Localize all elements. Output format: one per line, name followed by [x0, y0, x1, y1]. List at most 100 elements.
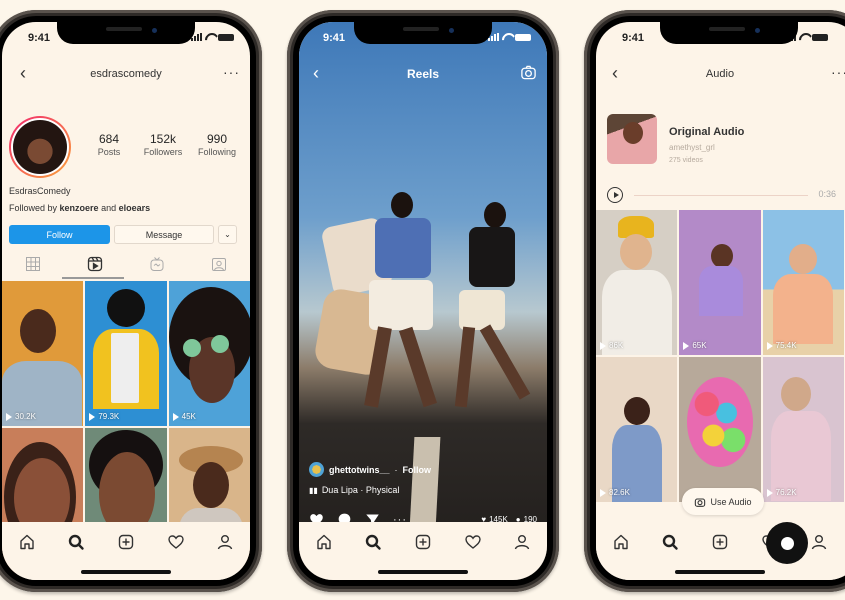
tab-search[interactable] [64, 530, 88, 554]
view-count: 79.3K [89, 412, 119, 421]
profile-avatar[interactable] [9, 116, 71, 178]
tagged-icon [212, 258, 226, 271]
phone-reels: 9:41 ‹ Reels ghettotwins__ · Follow ▮▮ D… [287, 10, 559, 592]
play-icon [89, 412, 96, 421]
notch [660, 22, 798, 44]
author-avatar[interactable] [309, 462, 324, 477]
tab-new-post[interactable] [411, 530, 435, 554]
play-icon [600, 488, 606, 497]
grid-item[interactable]: 82.6K [596, 357, 678, 502]
suggestions-dropdown-button[interactable]: ⌄ [218, 225, 237, 244]
chevron-down-icon: ⌄ [224, 230, 231, 239]
message-button[interactable]: Message [114, 225, 214, 244]
profile-icon [514, 535, 530, 550]
tab-search[interactable] [658, 530, 682, 554]
reel-video[interactable] [299, 22, 547, 580]
new-post-icon [712, 534, 728, 550]
battery-icon [218, 33, 234, 41]
tab-activity[interactable] [164, 530, 188, 554]
wifi-icon [205, 33, 215, 41]
tab-new-post[interactable] [708, 530, 732, 554]
tab-home[interactable] [312, 530, 336, 554]
view-count: 75.4K [766, 341, 797, 350]
follower-link[interactable]: kenzoere [60, 203, 99, 213]
profile-actions: Follow Message ⌄ [9, 225, 237, 244]
profile-tabs [2, 250, 250, 278]
tab-activity[interactable] [461, 530, 485, 554]
author-username[interactable]: ghettotwins__ [329, 465, 390, 475]
tab-reels[interactable] [83, 252, 107, 276]
tab-profile[interactable] [807, 530, 831, 554]
tab-igtv[interactable] [145, 252, 169, 276]
play-icon [613, 192, 619, 198]
search-icon [366, 534, 382, 550]
grid-item[interactable]: 75.4K [762, 210, 844, 355]
audio-cover-image[interactable] [607, 114, 657, 164]
tab-profile[interactable] [213, 530, 237, 554]
view-count: 82.6K [600, 488, 630, 497]
play-icon [6, 412, 12, 421]
play-icon [766, 341, 773, 350]
home-indicator [81, 570, 171, 574]
activity-heart-icon [167, 535, 184, 549]
play-icon [172, 412, 179, 421]
search-icon [69, 534, 85, 550]
reels-screen: 9:41 ‹ Reels ghettotwins__ · Follow ▮▮ D… [299, 22, 547, 580]
audio-video-count: 275 videos [669, 157, 703, 164]
home-icon [614, 534, 628, 550]
play-button[interactable] [607, 187, 623, 203]
wifi-icon [502, 33, 512, 41]
audio-creator[interactable]: amethyst_grl [669, 143, 715, 152]
status-time: 9:41 [622, 32, 645, 44]
grid-item[interactable]: 65K [679, 210, 761, 355]
audio-progress-bar[interactable] [634, 195, 808, 196]
reel-audio[interactable]: ▮▮ Dua Lipa · Physical [309, 485, 431, 495]
reel-author: ghettotwins__ · Follow [309, 462, 431, 477]
tab-grid[interactable] [21, 252, 45, 276]
stat-following[interactable]: 990 Following [190, 132, 244, 157]
grid-item[interactable]: 86K [596, 210, 678, 355]
grid-item[interactable]: 79.3K [85, 281, 167, 426]
use-audio-button[interactable]: Use Audio [682, 488, 764, 515]
tab-profile[interactable] [510, 530, 534, 554]
grid-item[interactable]: 45K [168, 281, 250, 426]
profile-navbar: ‹ esdrascomedy ··· [2, 60, 250, 88]
more-options-icon[interactable]: ··· [831, 64, 845, 80]
follow-button[interactable]: Follow [9, 225, 110, 244]
record-button[interactable] [766, 522, 808, 564]
camera-icon [521, 65, 536, 80]
audio-navbar: ‹ Audio ··· [596, 60, 845, 88]
active-tab-indicator [62, 277, 124, 279]
audio-videos-grid: 86K 65K 75.4K 82.6K 76.2K [596, 210, 844, 502]
grid-item[interactable] [679, 357, 761, 502]
stat-followers[interactable]: 152k Followers [136, 132, 190, 157]
home-icon [317, 534, 331, 550]
home-indicator [675, 570, 765, 574]
stat-posts[interactable]: 684 Posts [82, 132, 136, 157]
search-icon [663, 534, 679, 550]
follower-link[interactable]: eloears [119, 203, 151, 213]
reels-icon [87, 256, 103, 272]
record-icon [780, 536, 794, 550]
view-count: 76.2K [766, 488, 797, 497]
tab-new-post[interactable] [114, 530, 138, 554]
igtv-icon [150, 257, 164, 271]
camera-button[interactable] [520, 64, 537, 84]
grid-item[interactable]: 30.2K [2, 281, 84, 426]
back-icon[interactable]: ‹ [20, 63, 26, 84]
play-icon [683, 341, 690, 350]
activity-heart-icon [464, 535, 481, 549]
back-icon[interactable]: ‹ [313, 63, 319, 84]
grid-icon [26, 257, 40, 271]
home-indicator [378, 570, 468, 574]
more-options-icon[interactable]: ··· [223, 64, 240, 80]
notch [57, 22, 195, 44]
grid-item[interactable]: 76.2K [762, 357, 844, 502]
tab-search[interactable] [361, 530, 385, 554]
tab-home[interactable] [15, 530, 39, 554]
follow-link[interactable]: Follow [403, 465, 432, 475]
tab-home[interactable] [609, 530, 633, 554]
camera-icon [695, 497, 706, 507]
back-icon[interactable]: ‹ [612, 63, 618, 84]
tab-tagged[interactable] [207, 252, 231, 276]
